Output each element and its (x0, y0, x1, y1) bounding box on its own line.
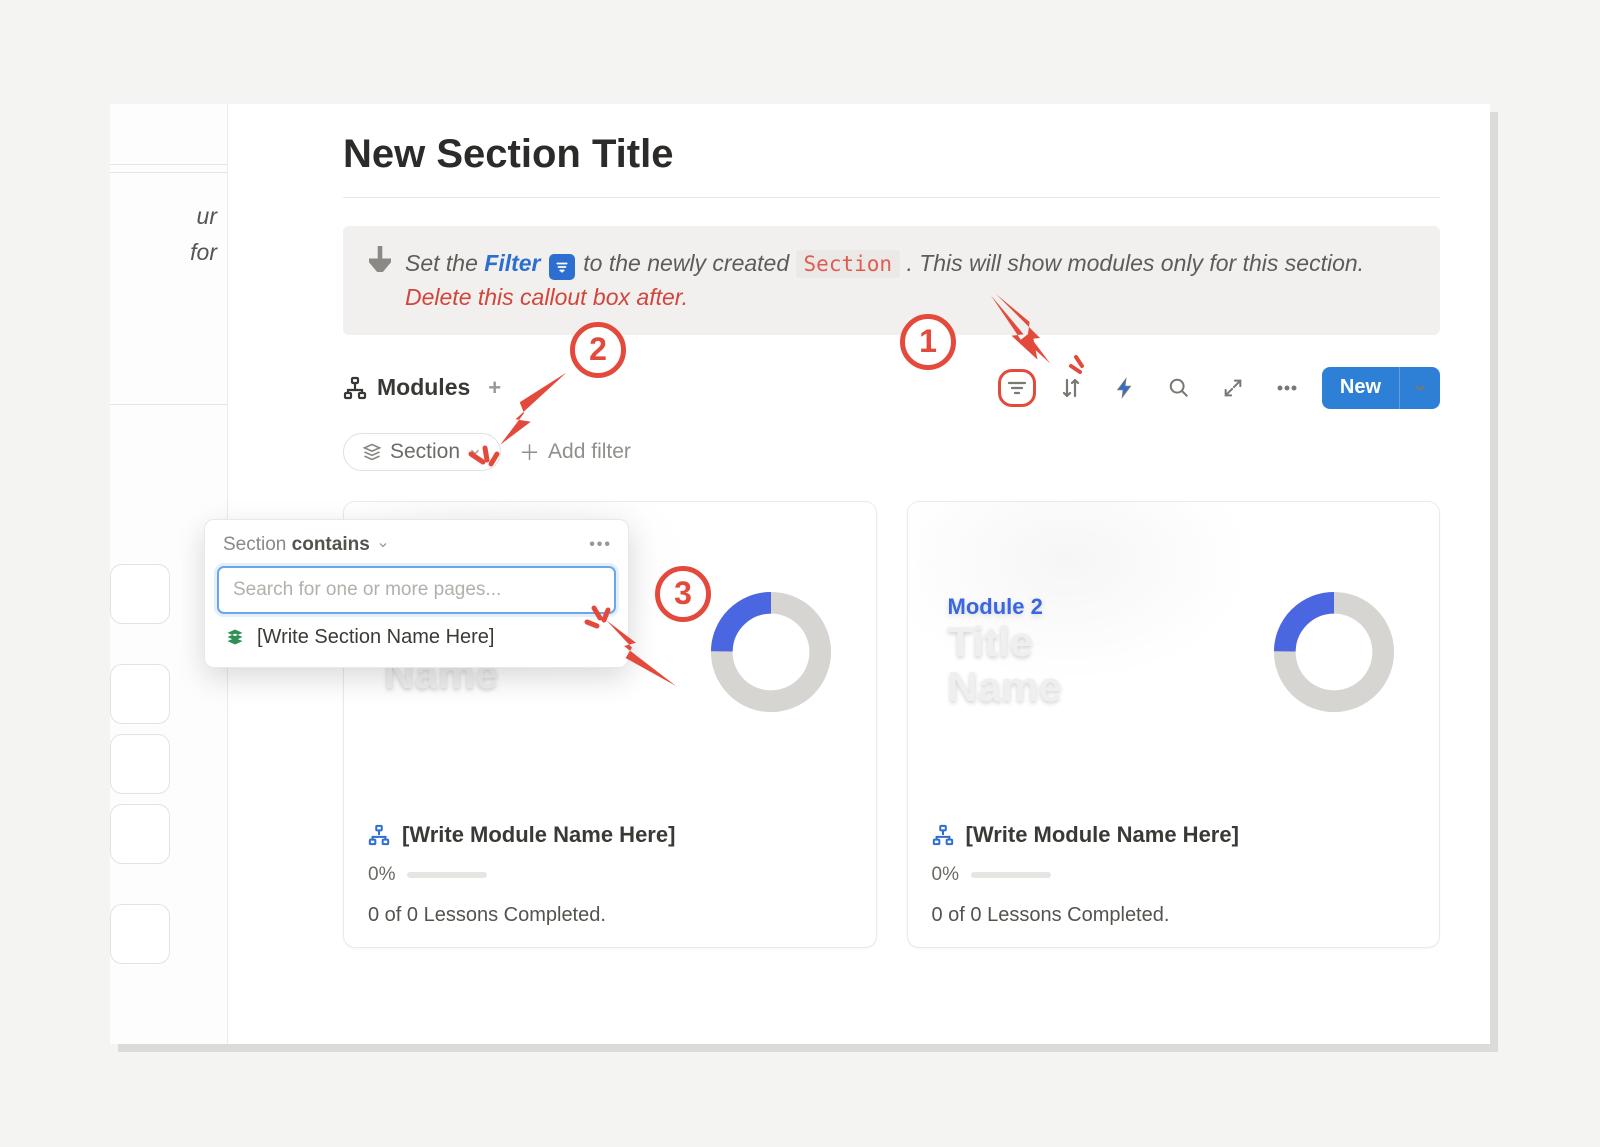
filter-option[interactable]: [Write Section Name Here] (217, 614, 616, 655)
callout-pre: Set the (405, 250, 484, 276)
sidebar-text-1: ur (197, 203, 217, 230)
add-view-icon[interactable]: + (488, 375, 501, 401)
add-filter-button[interactable]: ＋ Add filter (519, 437, 631, 467)
progress-bar (971, 872, 1051, 878)
donut-chart-icon (706, 587, 836, 717)
plus-icon: ＋ (519, 437, 540, 467)
sitemap-icon (343, 376, 367, 400)
callout-filter-word: Filter (484, 250, 540, 276)
sidebar-text-2: for (190, 239, 217, 266)
card-footer: 0 of 0 Lessons Completed. (368, 904, 852, 927)
stack-icon (362, 442, 382, 462)
automations-button[interactable] (1106, 369, 1144, 407)
modules-label-text: Modules (377, 374, 470, 401)
card-subtitle: Module 2 (948, 594, 1062, 620)
sitemap-icon (932, 824, 954, 846)
more-button[interactable] (1268, 369, 1306, 407)
filter-search-input[interactable] (217, 566, 616, 614)
section-filter-label: Section (390, 440, 460, 464)
new-button[interactable]: New (1322, 367, 1440, 409)
callout-box: Set the Filter to the newly created Sect… (343, 226, 1440, 335)
module-card[interactable]: Module 2 Title Name [Write Module N (907, 501, 1441, 948)
filter-condition-label[interactable]: Section contains (223, 534, 389, 556)
add-filter-label: Add filter (548, 440, 631, 464)
filter-more-icon[interactable]: ••• (589, 536, 612, 554)
callout-delete-line: Delete this callout box after. (405, 284, 688, 310)
sort-button[interactable] (1052, 369, 1090, 407)
search-button[interactable] (1160, 369, 1198, 407)
sitemap-icon (368, 824, 390, 846)
card-footer: 0 of 0 Lessons Completed. (932, 904, 1416, 927)
donut-chart-icon (1269, 587, 1399, 717)
progress-percent: 0% (368, 864, 395, 886)
filter-button[interactable] (998, 369, 1036, 407)
screenshot-frame: ur for New Section Title Set the Filter … (110, 104, 1490, 1044)
stack-icon (225, 627, 245, 647)
section-filter-pill[interactable]: Section (343, 433, 501, 471)
callout-post: . This will show modules only for this s… (906, 250, 1364, 276)
view-toolbar: New (998, 367, 1440, 409)
card-cover-title-2: Name (948, 665, 1062, 709)
module-name: [Write Module Name Here] (402, 822, 675, 848)
callout-code: Section (796, 250, 901, 278)
page-title: New Section Title (343, 104, 1440, 198)
module-name: [Write Module Name Here] (966, 822, 1239, 848)
expand-button[interactable] (1214, 369, 1252, 407)
arrow-down-icon (369, 246, 391, 276)
modules-tab[interactable]: Modules + (343, 374, 501, 401)
progress-bar (407, 872, 487, 878)
new-button-chevron-icon[interactable] (1400, 367, 1440, 409)
progress-percent: 0% (932, 864, 959, 886)
callout-mid: to the newly created (583, 250, 795, 276)
modules-header-row: Modules + (343, 367, 1440, 409)
filter-option-label: [Write Section Name Here] (257, 626, 495, 649)
new-button-label: New (1322, 367, 1400, 409)
filter-row: Section ＋ Add filter (343, 433, 1440, 471)
filter-popover: Section contains ••• [Write Section Name… (204, 519, 629, 668)
card-cover-title-1: Title (948, 620, 1062, 664)
filter-badge-icon (549, 254, 575, 280)
